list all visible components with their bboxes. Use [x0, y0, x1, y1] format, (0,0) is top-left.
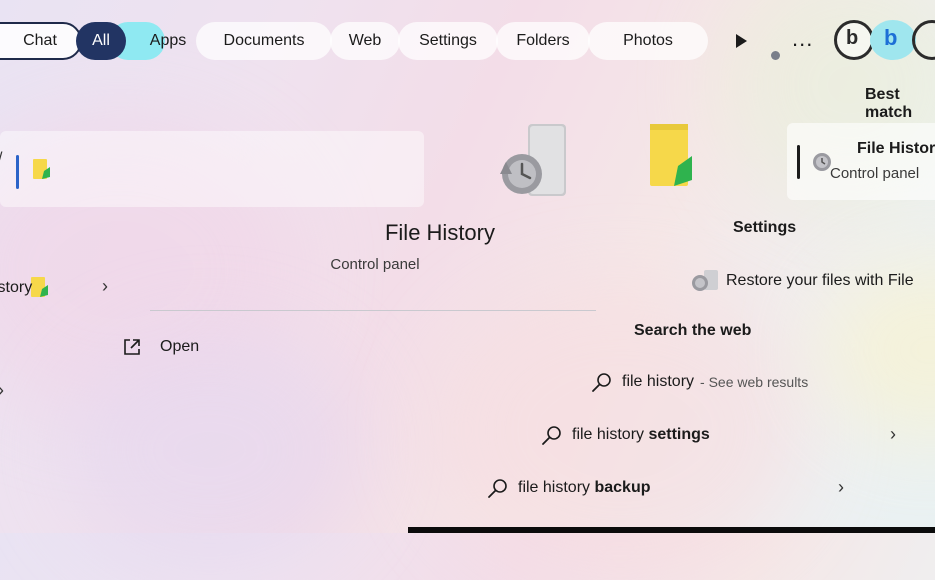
- open-action[interactable]: Open: [122, 334, 199, 360]
- chevron-right-icon[interactable]: ›: [890, 424, 896, 445]
- best-match-subtitle: Control panel: [830, 165, 920, 182]
- tab-all[interactable]: All: [76, 22, 126, 60]
- tab-chat-label: Chat: [23, 32, 57, 49]
- chevron-right-icon[interactable]: ›: [0, 380, 4, 401]
- search-filter-tabs: Chat All Apps Documents Web Settings Fol…: [0, 18, 935, 62]
- tab-web[interactable]: Web: [330, 22, 400, 60]
- detail-subtitle: Control panel: [330, 256, 420, 273]
- play-arrow-icon[interactable]: [730, 30, 752, 52]
- tab-settings-label: Settings: [419, 32, 477, 49]
- search-icon: [542, 426, 561, 445]
- profile-letter: b: [846, 27, 859, 49]
- bing-logo-letter: b: [884, 25, 898, 50]
- open-label: Open: [160, 338, 200, 355]
- tab-documents-label: Documents: [223, 32, 305, 49]
- tab-settings[interactable]: Settings: [398, 22, 498, 60]
- web-result-suffix: settings: [644, 426, 710, 443]
- left-list-item[interactable]: istory: [0, 279, 32, 297]
- folder-icon: [650, 124, 692, 186]
- bing-chat-button[interactable]: b: [870, 20, 916, 60]
- tab-folders-label: Folders: [516, 32, 570, 49]
- tab-all-label: All: [92, 32, 110, 49]
- selection-accent-bar: [797, 145, 800, 179]
- web-result-item[interactable]: file history settings: [540, 424, 710, 446]
- web-result-item[interactable]: file history - See web results: [590, 371, 808, 393]
- tab-web-label: Web: [348, 32, 382, 49]
- profile-button[interactable]: b: [834, 20, 874, 60]
- tab-folders[interactable]: Folders: [496, 22, 590, 60]
- search-web-heading: Search the web: [634, 322, 752, 339]
- tab-documents[interactable]: Documents: [196, 22, 332, 60]
- settings-result-label: Restore your files with File: [726, 272, 914, 289]
- tab-apps-label: Apps: [149, 32, 187, 49]
- search-icon: [592, 373, 611, 392]
- open-external-icon: [124, 339, 140, 355]
- status-dot-icon: [771, 51, 780, 60]
- web-result-query: file history: [572, 426, 645, 443]
- chevron-right-icon[interactable]: ›: [838, 477, 844, 498]
- best-match-title: File History: [857, 140, 935, 157]
- tab-chat[interactable]: Chat: [0, 22, 82, 60]
- web-result-suffix: backup: [590, 479, 651, 496]
- chevron-right-icon[interactable]: ›: [102, 276, 108, 297]
- web-result-hint: - See web results: [700, 374, 809, 390]
- tab-photos-label: Photos: [623, 32, 673, 49]
- file-history-settings-icon: [692, 270, 718, 291]
- settings-result-item[interactable]: Restore your files with File: [686, 268, 914, 294]
- tab-photos[interactable]: Photos: [588, 22, 708, 60]
- web-result-query: file history: [622, 373, 695, 390]
- left-best-match-card[interactable]: [0, 131, 424, 207]
- taskbar-edge: [408, 527, 935, 533]
- selection-accent-bar: [16, 155, 19, 189]
- secondary-profile-icon[interactable]: [912, 20, 935, 60]
- detail-title: File History: [384, 220, 495, 245]
- file-history-app-icon: [500, 124, 566, 196]
- web-result-item[interactable]: file history backup: [486, 477, 651, 499]
- left-list-item-label: istory: [0, 279, 33, 296]
- web-result-query: file history: [518, 479, 591, 496]
- best-match-heading: Best match: [865, 86, 913, 121]
- folder-icon: [33, 159, 50, 179]
- chevron-left-icon: /: [0, 150, 2, 168]
- more-options-button[interactable]: ...: [792, 26, 813, 52]
- tab-apps[interactable]: Apps: [136, 22, 200, 60]
- settings-heading: Settings: [733, 219, 797, 236]
- search-icon: [488, 479, 507, 498]
- detail-divider: [150, 310, 596, 311]
